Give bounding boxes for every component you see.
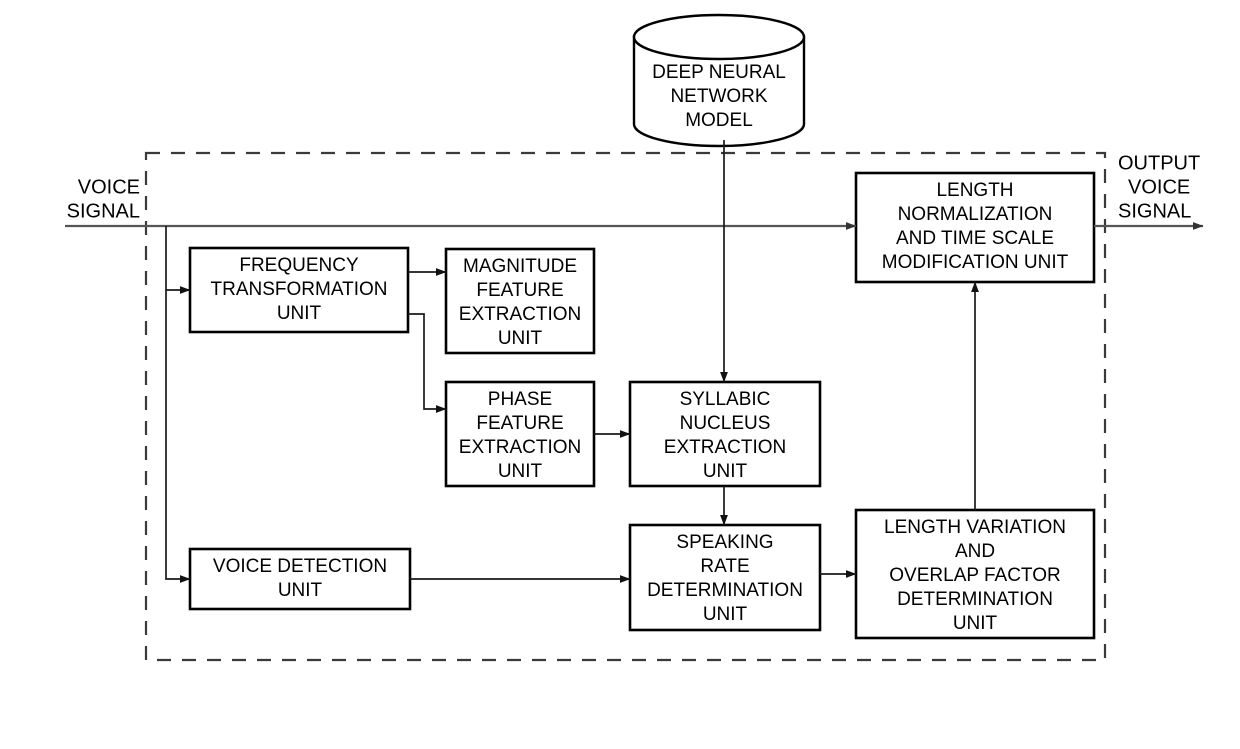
voice-detection-unit: VOICE DETECTION UNIT: [188, 547, 412, 611]
length-variation-unit-line-2: AND: [955, 541, 995, 562]
length-variation-unit-line-3: OVERLAP FACTOR: [889, 565, 1060, 586]
magnitude-feature-extraction-unit-line-2: FEATURE: [476, 280, 563, 301]
connector-bus-to-voice-detection: [165, 290, 191, 583]
phase-feature-extraction-unit-line-4: UNIT: [498, 461, 543, 482]
diagram-root: DEEP NEURAL NETWORK MODEL FREQUENCY TRAN…: [0, 0, 1240, 749]
phase-feature-extraction-unit-line-1: PHASE: [488, 389, 552, 410]
length-normalization-unit-line-3: AND TIME SCALE: [896, 228, 1054, 249]
magnitude-feature-extraction-unit-line-4: UNIT: [498, 328, 543, 349]
speaking-rate-determination-unit-line-1: SPEAKING: [676, 532, 773, 553]
dnn-label-line-3: MODEL: [685, 110, 753, 131]
frequency-transformation-unit-line-3: UNIT: [277, 303, 322, 324]
voice-signal-input-label: VOICE SIGNAL: [67, 176, 140, 222]
phase-feature-extraction-unit-line-2: FEATURE: [476, 413, 563, 434]
length-normalization-unit-line-1: LENGTH: [936, 180, 1013, 201]
magnitude-feature-extraction-unit-line-1: MAGNITUDE: [463, 256, 577, 277]
length-variation-unit-line-4: DETERMINATION: [897, 589, 1053, 610]
syllabic-nucleus-extraction-unit-line-3: EXTRACTION: [664, 437, 786, 458]
voice-signal-input-line-2: SIGNAL: [67, 200, 140, 222]
syllabic-nucleus-extraction-unit-line-2: NUCLEUS: [680, 413, 771, 434]
output-voice-signal-line-3: SIGNAL: [1118, 200, 1191, 222]
connector-bus-to-frequency-transformation: [165, 226, 191, 294]
length-variation-unit-line-5: UNIT: [953, 613, 998, 634]
voice-detection-unit-line-1: VOICE DETECTION: [213, 556, 387, 577]
connector-frequency-to-phase: [408, 313, 447, 413]
deep-neural-network-model-store: DEEP NEURAL NETWORK MODEL: [632, 13, 806, 148]
block-diagram: DEEP NEURAL NETWORK MODEL FREQUENCY TRAN…: [65, 13, 1204, 662]
dnn-label-line-2: NETWORK: [670, 86, 767, 107]
speaking-rate-determination-unit-line-4: UNIT: [703, 604, 748, 625]
output-voice-signal-label: OUTPUT VOICE SIGNAL: [1118, 152, 1200, 222]
magnitude-feature-extraction-unit-line-3: EXTRACTION: [459, 304, 581, 325]
phase-feature-extraction-unit: PHASE FEATURE EXTRACTION UNIT: [444, 380, 596, 488]
syllabic-nucleus-extraction-unit: SYLLABIC NUCLEUS EXTRACTION UNIT: [628, 380, 822, 488]
syllabic-nucleus-extraction-unit-line-4: UNIT: [703, 461, 748, 482]
magnitude-feature-extraction-unit: MAGNITUDE FEATURE EXTRACTION UNIT: [444, 247, 596, 355]
length-variation-and-overlap-factor-determination-unit: LENGTH VARIATION AND OVERLAP FACTOR DETE…: [854, 508, 1096, 640]
speaking-rate-determination-unit: SPEAKING RATE DETERMINATION UNIT: [628, 523, 822, 632]
output-voice-signal-line-2: VOICE: [1128, 176, 1190, 198]
voice-signal-input-line-1: VOICE: [78, 176, 140, 198]
frequency-transformation-unit-line-2: TRANSFORMATION: [211, 279, 388, 300]
phase-feature-extraction-unit-line-3: EXTRACTION: [459, 437, 581, 458]
output-voice-signal-line-1: OUTPUT: [1118, 152, 1200, 174]
length-normalization-unit-line-4: MODIFICATION UNIT: [882, 252, 1069, 273]
frequency-transformation-unit: FREQUENCY TRANSFORMATION UNIT: [188, 246, 410, 334]
frequency-transformation-unit-line-1: FREQUENCY: [239, 255, 359, 276]
voice-detection-unit-line-2: UNIT: [278, 580, 323, 601]
dnn-label-line-1: DEEP NEURAL: [652, 62, 786, 83]
speaking-rate-determination-unit-line-3: DETERMINATION: [647, 580, 803, 601]
length-normalization-and-time-scale-modification-unit: LENGTH NORMALIZATION AND TIME SCALE MODI…: [854, 171, 1096, 284]
speaking-rate-determination-unit-line-2: RATE: [700, 556, 749, 577]
length-normalization-unit-line-2: NORMALIZATION: [898, 204, 1053, 225]
syllabic-nucleus-extraction-unit-line-1: SYLLABIC: [680, 389, 771, 410]
length-variation-unit-line-1: LENGTH VARIATION: [884, 517, 1066, 538]
